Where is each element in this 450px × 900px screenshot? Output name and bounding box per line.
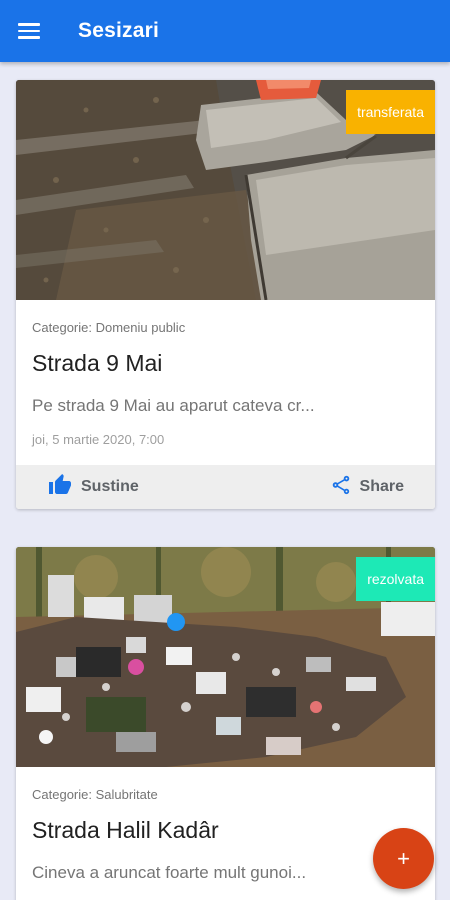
report-category: Categorie: Domeniu public [32, 320, 186, 335]
share-button[interactable]: Share [330, 473, 404, 502]
report-date: joi, 5 martie 2020, 7:00 [32, 432, 165, 447]
report-description: Pe strada 9 Mai au aparut cateva cr... [32, 396, 315, 415]
status-badge: transferata [346, 90, 435, 134]
menu-icon [18, 23, 40, 39]
add-report-button[interactable]: + [373, 828, 434, 889]
report-card[interactable]: transferata Categorie: Domeniu public St… [16, 80, 435, 509]
card-actions: Sustine Share [16, 465, 435, 509]
report-title: Strada Halil Kadâr [32, 817, 219, 843]
plus-icon: + [397, 845, 410, 871]
report-category: Categorie: Salubritate [32, 787, 158, 802]
status-badge: rezolvata [356, 557, 435, 601]
share-icon [330, 473, 352, 502]
page-title: Sesizari [78, 19, 159, 42]
report-card[interactable]: rezolvata Categorie: Salubritate Strada … [16, 547, 435, 900]
reports-feed[interactable]: transferata Categorie: Domeniu public St… [0, 62, 450, 900]
support-label: Sustine [81, 478, 139, 495]
menu-button[interactable] [0, 0, 58, 62]
report-title: Strada 9 Mai [32, 350, 163, 376]
report-description: Cineva a aruncat foarte mult gunoi... [32, 863, 307, 882]
support-button[interactable]: Sustine [47, 473, 139, 502]
report-photo[interactable]: transferata [16, 80, 435, 300]
share-label: Share [359, 478, 404, 495]
thumb-up-icon [47, 473, 73, 502]
app-bar: Sesizari [0, 0, 450, 62]
report-photo[interactable]: rezolvata [16, 547, 435, 767]
